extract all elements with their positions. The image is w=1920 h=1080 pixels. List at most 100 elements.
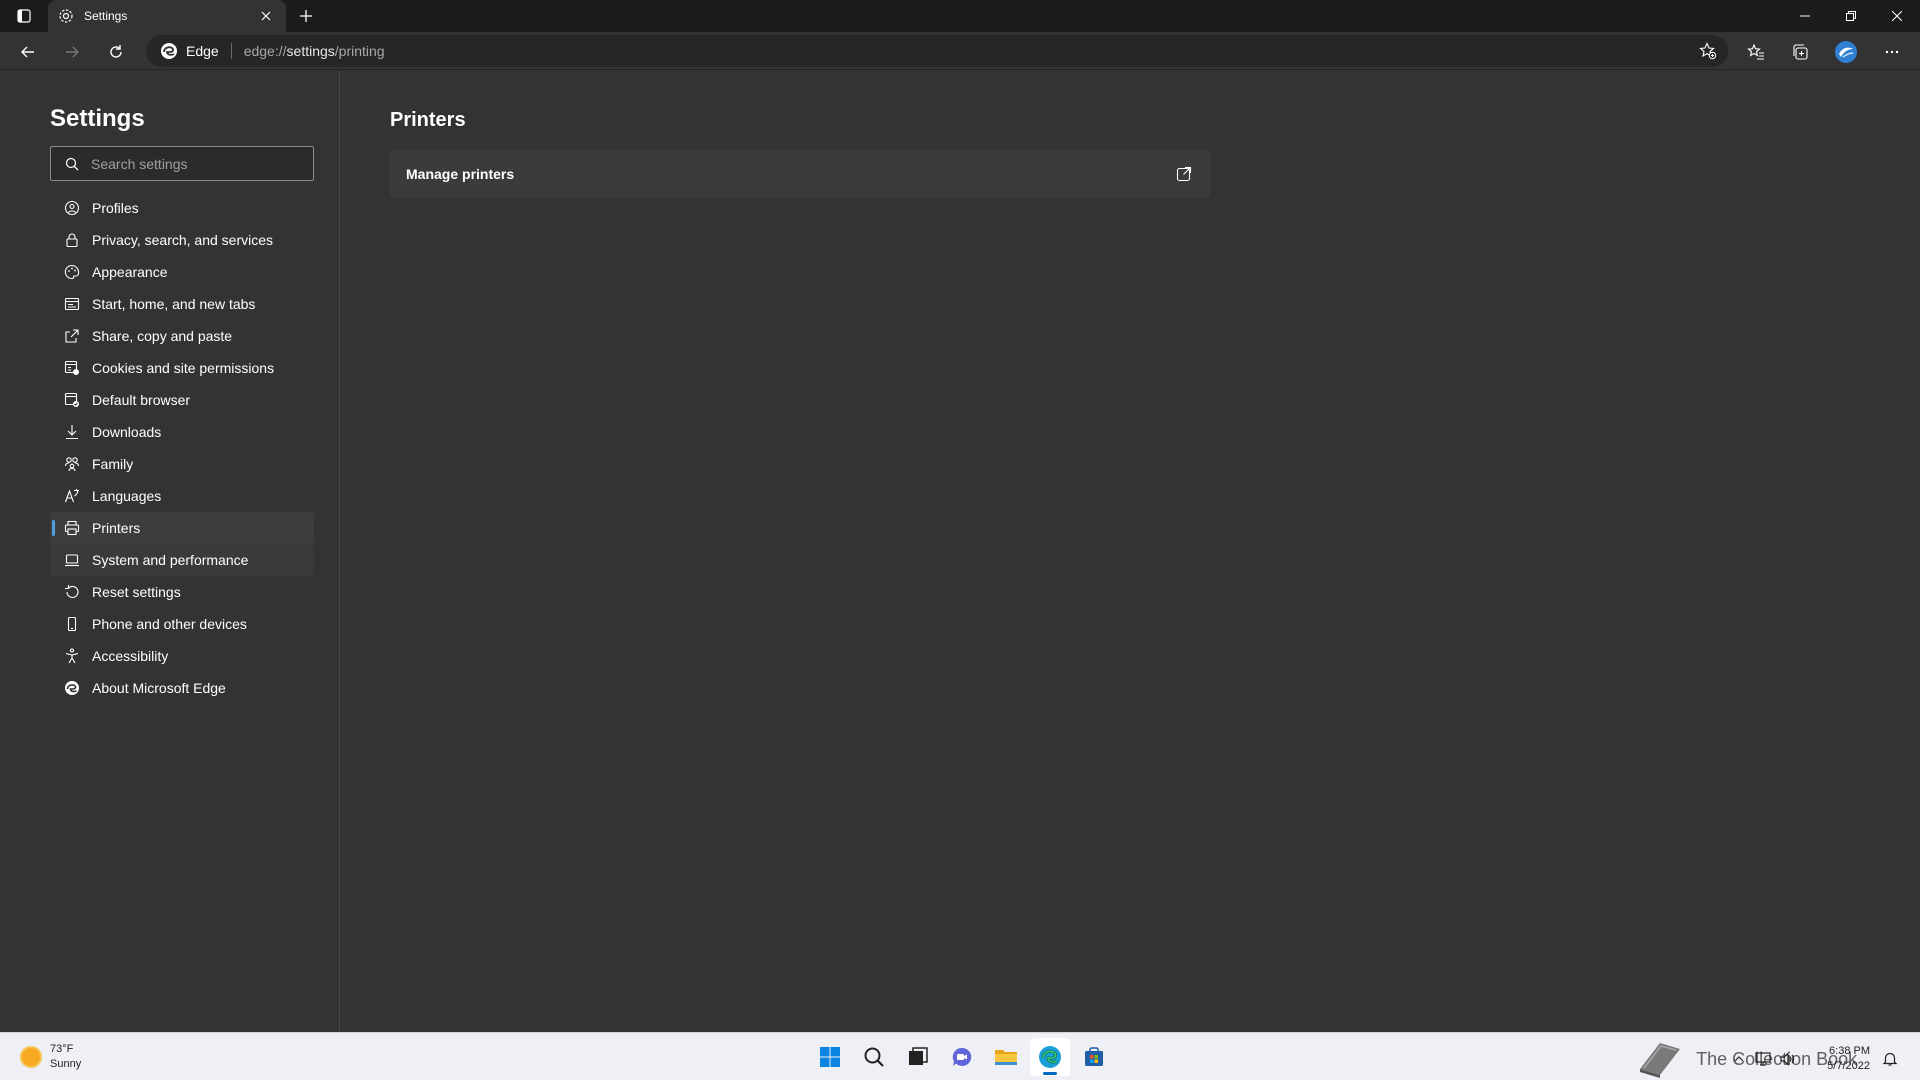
sidebar-item-appearance[interactable]: Appearance <box>50 256 314 288</box>
notification-button[interactable] <box>1878 1047 1902 1071</box>
sidebar-item-label: Appearance <box>92 264 168 280</box>
sidebar-item-about[interactable]: About Microsoft Edge <box>50 672 314 704</box>
close-window-button[interactable] <box>1874 0 1920 32</box>
sidebar-item-phone[interactable]: Phone and other devices <box>50 608 314 640</box>
reset-icon <box>64 584 80 600</box>
external-link-icon <box>1174 164 1194 184</box>
refresh-button[interactable] <box>100 36 132 68</box>
edge-icon <box>1039 1046 1061 1068</box>
toolbar: Edge edge://settings/printing <box>0 32 1920 70</box>
phone-icon <box>64 616 80 632</box>
printer-icon <box>64 520 80 536</box>
sidebar-item-family[interactable]: Family <box>50 448 314 480</box>
new-tab-button[interactable] <box>292 4 320 28</box>
sun-icon <box>20 1046 42 1068</box>
page-title: Printers <box>390 109 466 131</box>
share-icon <box>64 328 80 344</box>
weather-temp: 73°F <box>50 1043 74 1055</box>
tab-strip: Settings <box>0 0 1920 32</box>
sidebar-item-label: Downloads <box>92 424 162 440</box>
search-button[interactable] <box>854 1038 894 1076</box>
gear-icon <box>59 9 73 23</box>
address-bar[interactable]: Edge edge://settings/printing <box>146 35 1728 67</box>
sidebar-title: Settings <box>50 105 145 132</box>
sidebar-item-reset[interactable]: Reset settings <box>50 576 314 608</box>
sidebar-item-accessibility[interactable]: Accessibility <box>50 640 314 672</box>
edge-taskbar-button[interactable] <box>1030 1038 1070 1076</box>
more-options-button[interactable] <box>1876 36 1908 68</box>
sidebar-item-label: Start, home, and new tabs <box>92 296 256 312</box>
sidebar-item-system[interactable]: System and performance <box>50 544 314 576</box>
site-identity[interactable]: Edge <box>160 42 219 60</box>
tab-settings[interactable]: Settings <box>48 0 286 32</box>
clock[interactable]: 6:38 PM 5/7/2022 <box>1827 1044 1870 1074</box>
refresh-icon <box>110 45 122 58</box>
sidebar-item-share[interactable]: Share, copy and paste <box>50 320 314 352</box>
volume-icon[interactable] <box>1775 1049 1799 1069</box>
task-view-button[interactable] <box>898 1038 938 1076</box>
sidebar-item-default-browser[interactable]: Default browser <box>50 384 314 416</box>
restore-button[interactable] <box>1828 0 1874 32</box>
edge-icon <box>161 43 177 59</box>
tab-actions-icon <box>17 9 31 23</box>
sidebar-item-label: Cookies and site permissions <box>92 360 275 376</box>
weather-desc: Sunny <box>50 1058 82 1070</box>
tab-actions-button[interactable] <box>10 4 38 28</box>
tab-close-button[interactable] <box>256 6 276 26</box>
sidebar-item-label: Accessibility <box>92 648 169 664</box>
minimize-button[interactable] <box>1782 0 1828 32</box>
arrow-right-icon <box>66 46 79 58</box>
sidebar-item-profiles[interactable]: Profiles <box>50 192 314 224</box>
display-icon[interactable] <box>1751 1049 1775 1069</box>
search-input[interactable] <box>91 155 291 172</box>
sidebar-item-label: Reset settings <box>92 584 181 600</box>
profile-button[interactable] <box>1830 36 1862 68</box>
url-text: edge://settings/printing <box>244 43 385 59</box>
favorites-button[interactable] <box>1740 36 1772 68</box>
language-icon <box>64 488 80 504</box>
sidebar-item-cookies[interactable]: Cookies and site permissions <box>50 352 314 384</box>
url-prefix: edge:// <box>243 43 287 59</box>
sidebar-item-label: Phone and other devices <box>92 616 247 632</box>
store-icon <box>1085 1047 1103 1066</box>
collections-button[interactable] <box>1784 36 1816 68</box>
sidebar-item-label: System and performance <box>92 552 249 568</box>
search-box[interactable] <box>50 146 314 181</box>
accessibility-icon <box>64 648 80 664</box>
search-icon <box>65 157 79 170</box>
chevron-up-icon[interactable] <box>1727 1049 1751 1069</box>
file-explorer-button[interactable] <box>986 1038 1026 1076</box>
weather-widget[interactable]: 73°F Sunny <box>20 1042 81 1072</box>
sidebar-item-label: Share, copy and paste <box>92 328 233 344</box>
forward-button[interactable] <box>56 36 88 68</box>
sidebar-item-start-home[interactable]: Start, home, and new tabs <box>50 288 314 320</box>
task-view-icon <box>909 1047 928 1065</box>
sidebar-item-printers[interactable]: Printers <box>50 512 314 544</box>
window-controls <box>1782 0 1920 32</box>
add-favorite-button[interactable] <box>1698 41 1718 61</box>
chat-button[interactable] <box>942 1038 982 1076</box>
cookie-icon <box>64 360 80 376</box>
sidebar-item-languages[interactable]: Languages <box>50 480 314 512</box>
folder-icon <box>995 1050 1017 1065</box>
sidebar-item-label: Printers <box>92 520 141 536</box>
manage-printers-row[interactable]: Manage printers <box>390 150 1210 198</box>
sidebar-item-downloads[interactable]: Downloads <box>50 416 314 448</box>
url-host: settings <box>286 43 335 59</box>
store-button[interactable] <box>1074 1038 1114 1076</box>
collections-icon <box>1793 44 1808 60</box>
book-logo-icon <box>1632 1039 1688 1079</box>
tab-title: Settings <box>84 9 128 23</box>
lock-icon <box>64 232 80 248</box>
search-icon <box>864 1047 884 1067</box>
sidebar-item-label: About Microsoft Edge <box>92 680 226 696</box>
start-button[interactable] <box>810 1038 850 1076</box>
sidebar-item-label: Languages <box>92 488 162 504</box>
ellipsis-icon <box>1885 50 1899 54</box>
back-button[interactable] <box>12 36 44 68</box>
browser-window: Settings Edge edge://settings/printing S… <box>0 0 1920 1032</box>
sidebar-item-privacy[interactable]: Privacy, search, and services <box>50 224 314 256</box>
close-icon <box>1892 11 1902 21</box>
laptop-icon <box>64 552 80 568</box>
favorites-icon <box>1747 43 1764 60</box>
